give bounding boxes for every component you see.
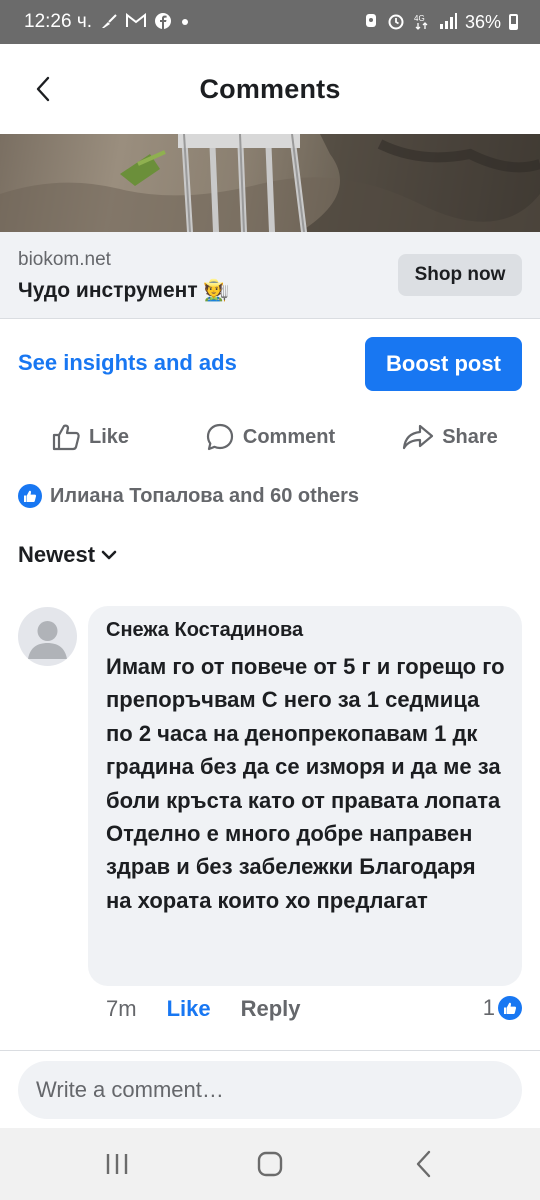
status-time: 12:26 ч. — [24, 11, 93, 32]
ad-headline: Чудо инструмент 🧑‍🌾 — [18, 279, 230, 302]
home-button[interactable] — [240, 1139, 300, 1189]
thumbs-up-icon — [52, 424, 80, 451]
alarm-icon — [387, 12, 405, 33]
comment-composer — [0, 1050, 540, 1128]
comment-text: Имам го от повече от 5 г и горещо го пре… — [106, 654, 505, 913]
page-title: Comments — [199, 73, 341, 104]
comment-icon — [206, 423, 233, 451]
sort-label: Newest — [18, 542, 96, 567]
avatar[interactable] — [18, 607, 77, 666]
chevron-left-icon — [36, 76, 50, 102]
ad-image[interactable] — [0, 134, 540, 232]
signal-icon — [439, 12, 457, 32]
reactions-text: Илиана Топалова and 60 others — [50, 484, 360, 507]
comment-input[interactable] — [18, 1061, 522, 1119]
silent-icon — [363, 12, 379, 33]
boost-post-button[interactable]: Boost post — [365, 337, 522, 391]
comment-time: 7m — [106, 996, 137, 1021]
chevron-down-icon — [101, 550, 117, 560]
comment-label: Comment — [242, 425, 336, 448]
like-reaction-icon — [498, 996, 522, 1020]
recent-apps-icon — [106, 1154, 127, 1174]
status-left: 12:26 ч. — [24, 11, 190, 33]
divider — [0, 318, 540, 319]
ad-info[interactable]: biokom.net Чудо инструмент 🧑‍🌾 Shop now — [0, 232, 540, 318]
status-bar: 12:26 ч. 4G 36% — [0, 0, 540, 44]
comment-reactions[interactable]: 1 — [483, 995, 522, 1021]
post-actions-bar: Like Comment Share — [0, 412, 540, 462]
comment-meta: 7m Like Reply — [106, 996, 301, 1022]
like-label: Like — [88, 425, 130, 448]
facebook-icon — [154, 12, 172, 33]
recent-apps-button[interactable] — [87, 1139, 147, 1189]
like-button[interactable]: Like — [0, 412, 180, 462]
share-button[interactable]: Share — [360, 412, 540, 462]
battery-icon — [509, 14, 518, 30]
comment-author[interactable]: Снежа Костадинова — [106, 619, 504, 642]
ad-domain: biokom.net — [18, 249, 111, 270]
comment-button[interactable]: Comment — [180, 412, 360, 462]
status-right: 4G 36% — [363, 12, 518, 33]
back-nav-button[interactable] — [393, 1139, 453, 1189]
comment-reaction-count: 1 — [482, 995, 495, 1020]
back-button[interactable] — [28, 72, 58, 106]
comment-like-button[interactable]: Like — [167, 996, 211, 1022]
sort-dropdown[interactable]: Newest — [18, 542, 117, 568]
share-icon — [403, 424, 434, 450]
share-label: Share — [442, 425, 498, 448]
see-insights-link[interactable]: See insights and ads — [18, 350, 237, 376]
default-avatar-icon — [28, 621, 67, 659]
like-reaction-icon — [18, 484, 42, 508]
broom-icon — [100, 13, 118, 32]
comment-bubble[interactable]: Снежа Костадинова Имам го от повече от 5… — [88, 606, 522, 986]
battery-percent: 36% — [464, 11, 501, 32]
back-nav-icon — [417, 1150, 431, 1178]
header: Comments — [0, 44, 540, 134]
system-nav-bar — [0, 1128, 540, 1200]
dot-icon — [180, 14, 190, 30]
4g-icon: 4G — [413, 12, 431, 33]
reactions-summary[interactable]: Илиана Топалова and 60 others — [18, 484, 359, 508]
home-icon — [257, 1151, 283, 1177]
gmail-icon — [126, 12, 147, 31]
shop-now-button[interactable]: Shop now — [398, 254, 522, 296]
svg-text:4G: 4G — [414, 14, 425, 23]
comment-reply-button[interactable]: Reply — [241, 996, 301, 1022]
